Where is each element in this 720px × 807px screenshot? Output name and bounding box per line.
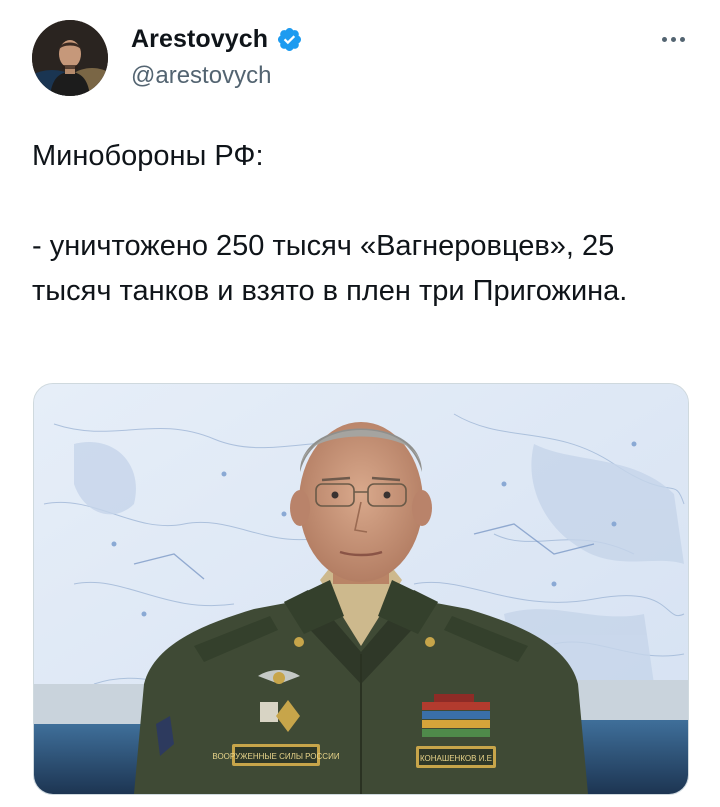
tweet-media-image[interactable]: ВООРУЖЕННЫЕ СИЛЫ РОССИИ КОНАШЕНКОВ И.Е [33,383,689,795]
user-handle[interactable]: @arestovych [131,62,303,90]
display-name[interactable]: Arestovych [131,25,268,54]
author-block: Arestovych @arestovych [131,24,303,90]
more-horizontal-icon [661,36,667,42]
tweet-text: Минобороны РФ: - уничтожено 250 тысяч «В… [32,134,692,314]
tweet-text-line: Минобороны РФ: [32,140,264,172]
name-row: Arestovych [131,24,303,54]
avatar-image [32,20,108,96]
more-horizontal-icon [679,36,685,42]
media-photo: ВООРУЖЕННЫЕ СИЛЫ РОССИИ КОНАШЕНКОВ И.Е [34,384,688,794]
verified-badge-icon [276,26,303,53]
avatar[interactable] [32,20,108,96]
more-options-button[interactable] [656,26,690,52]
tweet-text-line: - уничтожено 250 тысяч «Вагнеровцев», 25… [32,230,628,307]
badge-right-text: КОНАШЕНКОВ И.Е [420,754,492,763]
badge-left-text: ВООРУЖЕННЫЕ СИЛЫ РОССИИ [212,752,339,761]
tweet-card: Arestovych @arestovych Минобороны РФ: - … [0,0,720,807]
more-horizontal-icon [670,36,676,42]
